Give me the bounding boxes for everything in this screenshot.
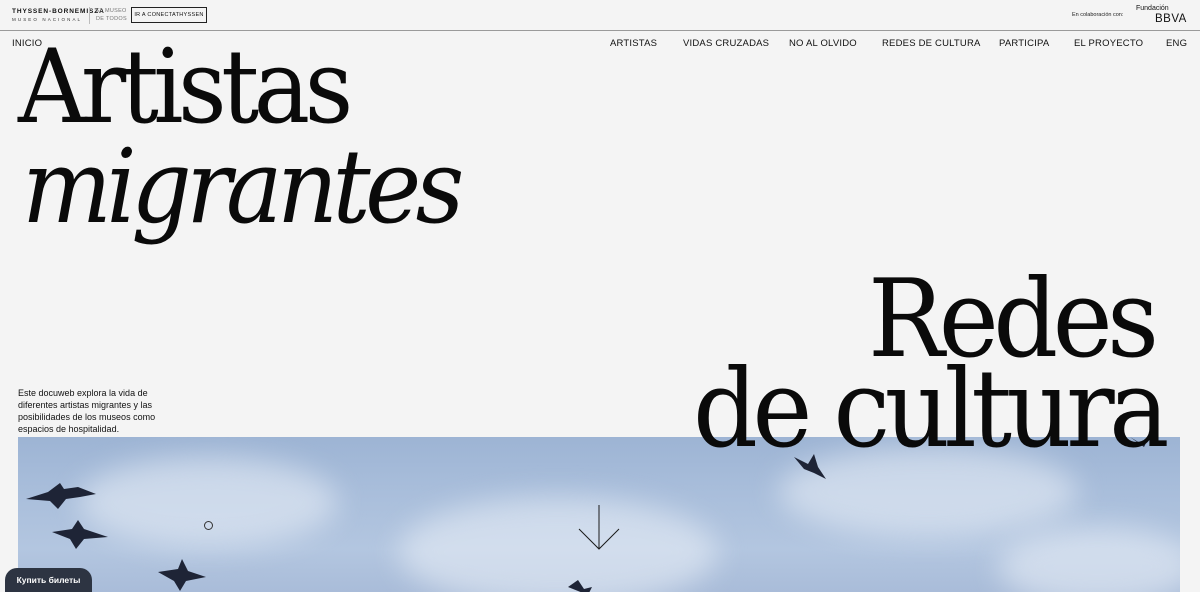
nav-item-vidas-cruzadas[interactable]: VIDAS CRUZADAS [683, 38, 769, 49]
page-title-line2: migrantes [22, 128, 464, 247]
intro-text: Este docuweb explora la vida de diferent… [18, 388, 156, 434]
logo-subtitle: MUSEO NACIONAL [12, 17, 83, 22]
bbva-foundation-text: Fundación [1136, 5, 1169, 12]
logo-name: THYSSEN-BORNEMISZA [12, 8, 105, 15]
logo-divider [89, 7, 90, 24]
section-title-line2: de cultura [693, 347, 1170, 472]
motto-line1: EL MUSEO [96, 8, 127, 14]
nav-item-el-proyecto[interactable]: EL PROYECTO [1074, 38, 1143, 49]
buy-tickets-button[interactable]: Купить билеты [5, 568, 92, 592]
collaboration-label: En colaboración con: [1072, 12, 1124, 18]
language-switch-eng[interactable]: ENG [1166, 38, 1187, 49]
nav-item-no-al-olvido[interactable]: NO AL OLVIDO [789, 38, 857, 49]
cursor-circle-icon [204, 521, 213, 530]
nav-item-participa[interactable]: PARTICIPA [999, 38, 1049, 49]
nav-item-redes-de-cultura[interactable]: REDES DE CULTURA [882, 38, 981, 49]
nav-item-artistas[interactable]: ARTISTAS [610, 38, 657, 49]
museum-logo[interactable]: THYSSEN-BORNEMISZA MUSEO NACIONAL [12, 8, 105, 23]
top-bar: THYSSEN-BORNEMISZA MUSEO NACIONAL EL MUS… [0, 0, 1200, 31]
bbva-logo[interactable]: Fundación BBVA [1136, 5, 1192, 26]
museum-motto: EL MUSEO DE TODOS [96, 8, 127, 23]
bbva-wordmark: BBVA [1155, 13, 1187, 25]
arrow-down-icon[interactable] [578, 505, 620, 553]
motto-line2: DE TODOS [96, 15, 127, 22]
connectathyssen-button[interactable]: IR A CONECTATHYSSEN [131, 7, 207, 23]
